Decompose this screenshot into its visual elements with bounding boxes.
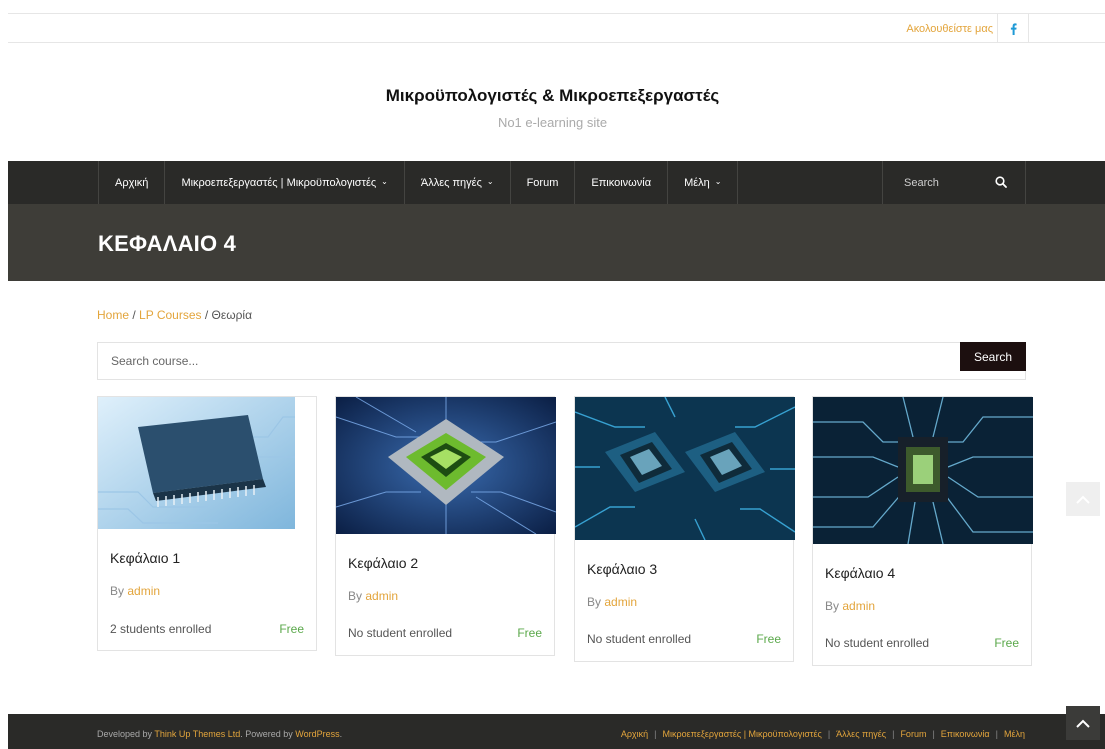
page-title: ΚΕΦΑΛΑΙΟ 4 bbox=[98, 231, 237, 256]
search-icon[interactable] bbox=[995, 176, 1007, 188]
footer-link-microprocessors[interactable]: Μικροεπεξεργαστές | Μικροϋπολογιστές bbox=[663, 729, 822, 739]
footer-link-home[interactable]: Αρχική bbox=[621, 729, 648, 739]
breadcrumb: Home / LP Courses / Θεωρία bbox=[97, 308, 252, 322]
course-card[interactable]: Κεφάλαιο 1 By admin 2 students enrolled … bbox=[97, 396, 317, 651]
nav-item-label: Άλλες πηγές bbox=[420, 176, 482, 189]
course-price: Free bbox=[279, 622, 304, 636]
course-title[interactable]: Κεφάλαιο 2 bbox=[348, 555, 418, 571]
nav-item-home[interactable]: Αρχική bbox=[98, 161, 164, 204]
page-title-band: ΚΕΦΑΛΑΙΟ 4 bbox=[8, 204, 1105, 281]
chevron-down-icon: ⌄ bbox=[714, 177, 722, 186]
footer-link-forum[interactable]: Forum bbox=[900, 729, 926, 739]
course-title[interactable]: Κεφάλαιο 1 bbox=[110, 550, 180, 566]
nav-item-contact[interactable]: Επικοινωνία bbox=[574, 161, 667, 204]
nav-search bbox=[882, 161, 1026, 204]
course-author: By admin bbox=[348, 589, 399, 603]
footer-separator: | bbox=[654, 729, 657, 739]
footer-link-other-sources[interactable]: Άλλες πηγές bbox=[836, 729, 886, 739]
nav-item-label: Μικροεπεξεργαστές | Μικροϋπολογιστές bbox=[181, 176, 377, 189]
course-card[interactable]: Κεφάλαιο 3 By admin No student enrolled … bbox=[574, 396, 795, 662]
facebook-link[interactable] bbox=[997, 14, 1029, 43]
author-link[interactable]: admin bbox=[842, 599, 875, 613]
author-link[interactable]: admin bbox=[365, 589, 398, 603]
footer-separator: | bbox=[827, 729, 831, 739]
course-card[interactable]: Κεφάλαιο 2 By admin No student enrolled … bbox=[335, 396, 556, 656]
nav-item-forum[interactable]: Forum bbox=[509, 161, 575, 204]
follow-us-text: Ακολουθείστε μας bbox=[906, 23, 993, 35]
nav-item-other-sources[interactable]: Άλλες πηγές ⌄ bbox=[403, 161, 510, 204]
scroll-top-button[interactable] bbox=[1066, 706, 1100, 740]
author-link[interactable]: admin bbox=[604, 595, 637, 609]
top-bar: Ακολουθείστε μας bbox=[8, 13, 1105, 43]
wordpress-link[interactable]: WordPress bbox=[295, 729, 339, 739]
nav-item-label: Αρχική bbox=[115, 176, 149, 189]
circuit-chip-photo[interactable] bbox=[813, 397, 1033, 544]
breadcrumb-separator: / bbox=[129, 308, 140, 322]
footer: Developed by Think Up Themes Ltd. Powere… bbox=[8, 714, 1105, 749]
nav-search-input[interactable] bbox=[883, 161, 993, 204]
nav-menu: Αρχική Μικροεπεξεργαστές | Μικροϋπολογισ… bbox=[98, 161, 739, 204]
course-title[interactable]: Κεφάλαιο 4 bbox=[825, 565, 895, 581]
footer-separator: | bbox=[932, 729, 935, 739]
green-cpu-photo[interactable] bbox=[336, 397, 556, 534]
scroll-top-button-faded[interactable] bbox=[1066, 482, 1100, 516]
course-price: Free bbox=[517, 626, 542, 640]
footer-link-members[interactable]: Μέλη bbox=[1004, 729, 1025, 739]
chevron-down-icon: ⌄ bbox=[486, 177, 494, 186]
course-author: By admin bbox=[587, 595, 638, 609]
author-link[interactable]: admin bbox=[127, 584, 160, 598]
facebook-icon bbox=[1010, 22, 1017, 35]
nav-item-label: Επικοινωνία bbox=[591, 176, 652, 189]
chevron-down-icon: ⌄ bbox=[381, 177, 388, 186]
nav-item-label: Μέλη bbox=[684, 176, 710, 189]
enrolled-count: 2 students enrolled bbox=[110, 622, 212, 636]
nav-item-members[interactable]: Μέλη ⌄ bbox=[667, 161, 739, 204]
course-title[interactable]: Κεφάλαιο 3 bbox=[587, 561, 657, 577]
course-author: By admin bbox=[825, 599, 876, 613]
enrolled-count: No student enrolled bbox=[587, 632, 692, 646]
footer-separator: | bbox=[995, 729, 998, 739]
course-author: By admin bbox=[110, 584, 161, 598]
course-price: Free bbox=[756, 632, 781, 646]
main-nav: Αρχική Μικροεπεξεργαστές | Μικροϋπολογισ… bbox=[8, 161, 1105, 204]
breadcrumb-home-link[interactable]: Home bbox=[97, 308, 129, 322]
course-search-button[interactable]: Search bbox=[960, 342, 1026, 371]
chevron-up-icon bbox=[1076, 719, 1090, 728]
footer-credits: Developed by Think Up Themes Ltd. Powere… bbox=[97, 729, 343, 739]
site-title[interactable]: Μικροϋπολογιστές & Μικροεπεξεργαστές bbox=[0, 86, 1105, 106]
footer-menu: Αρχική | Μικροεπεξεργαστές | Μικροϋπολογ… bbox=[621, 729, 1025, 739]
chevron-up-icon bbox=[1076, 495, 1090, 504]
dual-chip-photo[interactable] bbox=[575, 397, 795, 540]
enrolled-count: No student enrolled bbox=[825, 636, 930, 650]
footer-link-contact[interactable]: Επικοινωνία bbox=[941, 729, 990, 739]
nav-item-microprocessors[interactable]: Μικροεπεξεργαστές | Μικροϋπολογιστές ⌄ bbox=[164, 161, 403, 204]
course-search-input[interactable] bbox=[98, 343, 958, 379]
course-search-form: Search bbox=[97, 342, 1026, 380]
course-card[interactable]: Κεφάλαιο 4 By admin No student enrolled … bbox=[812, 396, 1033, 666]
breadcrumb-current: Θεωρία bbox=[211, 308, 253, 322]
nav-item-label: Forum bbox=[526, 176, 559, 189]
breadcrumb-courses-link[interactable]: LP Courses bbox=[139, 308, 201, 322]
microchip-photo[interactable] bbox=[98, 397, 295, 529]
breadcrumb-separator: / bbox=[201, 308, 212, 322]
footer-separator: | bbox=[892, 729, 895, 739]
enrolled-count: No student enrolled bbox=[348, 626, 453, 640]
course-price: Free bbox=[994, 636, 1019, 650]
site-tagline: No1 e-learning site bbox=[497, 115, 608, 130]
theme-author-link[interactable]: Think Up Themes Ltd bbox=[154, 729, 240, 739]
